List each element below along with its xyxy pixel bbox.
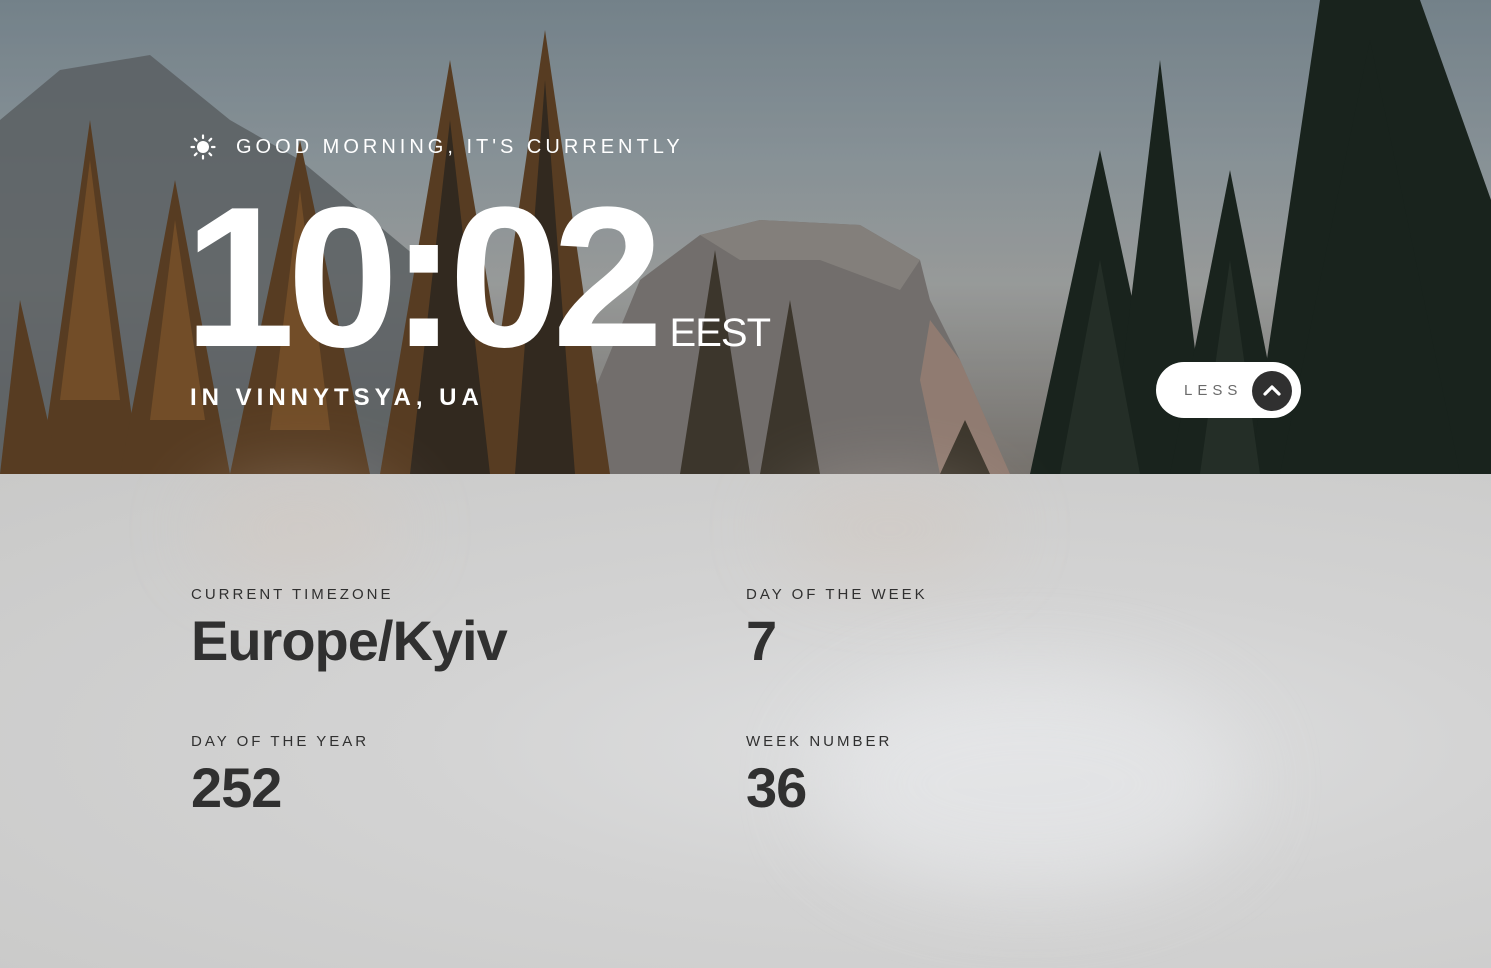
greeting: GOOD MORNING, IT'S CURRENTLY	[190, 134, 684, 160]
detail-value: 252	[191, 756, 282, 819]
background-blur	[780, 484, 1000, 574]
detail-day-of-year: DAY OF THE YEAR 252	[191, 733, 369, 820]
clock-app: GOOD MORNING, IT'S CURRENTLY 10:02 EEST …	[0, 0, 1491, 968]
sun-icon	[190, 134, 216, 160]
detail-label: DAY OF THE WEEK	[746, 586, 928, 603]
less-button[interactable]: LESS	[1156, 362, 1301, 418]
detail-value: 36	[746, 756, 807, 819]
detail-week-number: WEEK NUMBER 36	[746, 733, 892, 820]
background-blur	[200, 484, 400, 574]
clock: 10:02 EEST	[184, 166, 771, 389]
detail-timezone: CURRENT TIMEZONE Europe/Kyiv	[191, 586, 508, 673]
details-panel: CURRENT TIMEZONE Europe/Kyiv DAY OF THE …	[0, 474, 1491, 968]
detail-label: CURRENT TIMEZONE	[191, 586, 394, 603]
timezone-abbreviation: EEST	[669, 311, 771, 355]
detail-label: WEEK NUMBER	[746, 733, 893, 750]
greeting-text: GOOD MORNING, IT'S CURRENTLY	[236, 135, 684, 158]
detail-label: DAY OF THE YEAR	[191, 733, 370, 750]
less-button-label: LESS	[1184, 382, 1243, 399]
detail-day-of-week: DAY OF THE WEEK 7	[746, 586, 928, 673]
detail-value: 7	[746, 609, 777, 672]
detail-value: Europe/Kyiv	[191, 609, 508, 672]
location: IN VINNYTSYA, UA	[190, 384, 484, 411]
current-time: 10:02	[184, 166, 664, 389]
chevron-up-icon	[1252, 371, 1292, 411]
